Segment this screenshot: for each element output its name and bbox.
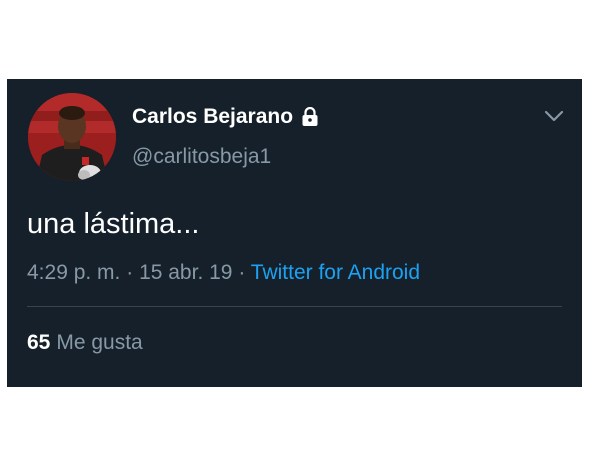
tweet-meta: 4:29 p. m. · 15 abr. 19 · Twitter for An… [27,260,420,286]
likes-label: Me gusta [56,331,143,354]
tweet-text: una lástima... [27,208,200,240]
tweet-time[interactable]: 4:29 p. m. [27,261,120,284]
display-name-row: Carlos Bejarano [132,105,319,129]
divider [27,306,562,307]
tweet-card: Carlos Bejarano @carlitosbeja1 una lásti… [7,79,582,387]
lock-icon [301,106,319,127]
meta-separator: · [126,261,140,284]
display-name[interactable]: Carlos Bejarano [132,105,293,129]
likes-row[interactable]: 65 Me gusta [27,330,143,356]
user-handle[interactable]: @carlitosbeja1 [132,145,271,169]
avatar[interactable] [28,93,116,181]
tweet-date[interactable]: 15 abr. 19 [139,261,232,284]
likes-count: 65 [27,331,51,354]
meta-separator: · [238,261,251,284]
chevron-down-icon[interactable] [544,109,564,123]
avatar-image [28,93,116,181]
tweet-source-link[interactable]: Twitter for Android [251,261,420,284]
